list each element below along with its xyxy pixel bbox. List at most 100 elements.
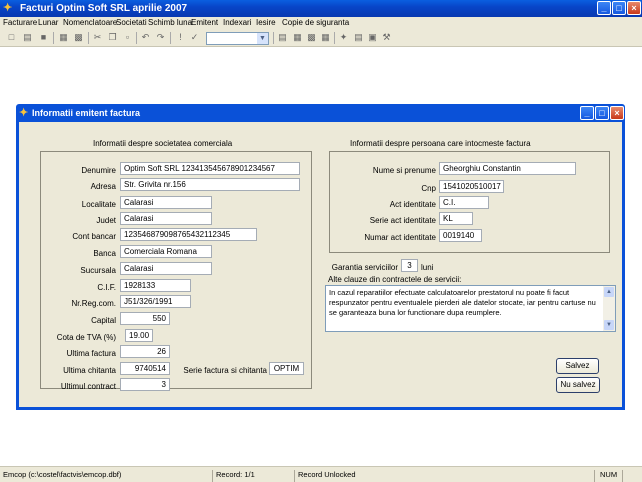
close-icon[interactable]: × [627,1,641,15]
app-icon: ✦ [3,2,13,14]
minimize-icon[interactable]: _ [597,1,611,15]
ultima-chitanta-label: Ultima chitanta [63,366,116,375]
localitate-field[interactable]: Calarasi [120,196,212,209]
serie-factura-label: Serie factura si chitanta [183,366,267,375]
company-group-heading: Informatii despre societatea comerciala [93,139,233,148]
act-identitate-label: Act identitate [389,200,436,209]
menu-facturare[interactable]: Facturare [3,18,37,27]
cancel-button[interactable]: Nu salvez [556,377,600,393]
judet-label: Judet [96,216,116,225]
menu-schimb-luna[interactable]: Schimb luna [148,18,192,27]
cnp-field[interactable]: 1541020510017 [439,180,504,193]
dialog-body: Informatii despre societatea comerciala … [19,122,622,407]
cont-bancar-field[interactable]: 12354687909876543211​2345 [120,228,257,241]
status-bar: Emcop (c:\costel\factvis\emcop.dbf) Reco… [0,466,642,482]
cnp-label: Cnp [421,184,436,193]
act-identitate-field[interactable]: C.I. [439,196,489,209]
table-icon[interactable]: ▦ [320,32,331,43]
ultimul-contract-field[interactable]: 3 [120,378,170,391]
adresa-field[interactable]: Str. Grivita nr.156 [120,178,300,191]
nume-field[interactable]: Gheorghiu Constantin [439,162,576,175]
adresa-label: Adresa [90,182,116,191]
banca-label: Banca [93,249,116,258]
exclamation-icon[interactable]: ! [175,32,186,43]
garantie-field[interactable]: 3 [401,259,418,272]
cif-field[interactable]: 1928133 [120,279,191,292]
scroll-down-icon[interactable]: ▼ [604,320,614,330]
menu-copie-de-siguranta[interactable]: Copie de siguranta [282,18,349,27]
capital-field[interactable]: 550 [120,312,170,325]
query-icon[interactable]: ▩ [306,32,317,43]
maximize-icon[interactable]: □ [612,1,626,15]
judet-field[interactable]: Calarasi [120,212,212,225]
ultima-chitanta-field[interactable]: 9740514 [120,362,170,375]
clauze-label: Alte clauze din contractele de servicii: [328,275,462,284]
ultimul-contract-label: Ultimul contract [60,382,116,391]
cif-label: C.I.F. [97,283,116,292]
numar-act-label: Numar act identitate [364,233,436,242]
tools-icon[interactable]: ⚒ [381,32,392,43]
open-folder-icon[interactable]: ▤ [22,32,33,43]
builder-icon[interactable]: ▤ [353,32,364,43]
status-record: Record: 1/1 [216,470,255,479]
person-group-heading: Informatii despre persoana care intocmes… [350,139,531,148]
wizard-icon[interactable]: ✦ [338,32,349,43]
cota-tva-label: Cota de TVA (%) [56,333,116,342]
menu-societati[interactable]: Societati [116,18,147,27]
nr-reg-com-field[interactable]: J51/326/1991 [120,295,191,308]
nr-reg-com-label: Nr.Reg.com. [71,299,116,308]
new-file-icon[interactable]: □ [6,32,17,43]
status-num: NUM [600,470,618,479]
dialog-close-icon[interactable]: × [610,106,624,120]
undo-icon[interactable]: ↶ [140,32,151,43]
menu-emitent[interactable]: Emitent [191,18,218,27]
serie-factura-field[interactable]: OPTIM [269,362,304,375]
toolbar: □ ▤ ■ ▦ ▩ ✂ ❐ ▫ ↶ ↷ ! ✓ ▤ ▦ ▩ ▦ ✦ ▤ ▣ ⚒ [0,29,642,47]
dialog-title: Informatii emitent factura [32,108,141,118]
emitent-dialog: ✦ Informatii emitent factura _ □ × Infor… [16,104,625,410]
save-button[interactable]: Salvez [556,358,599,374]
ultima-factura-label: Ultima factura [66,349,116,358]
ultima-factura-field[interactable]: 26 [120,345,170,358]
paste-icon[interactable]: ▫ [122,32,133,43]
menu-nomenclatoare[interactable]: Nomenclatoare [63,18,117,27]
localitate-label: Localitate [81,200,116,209]
dialog-title-bar[interactable]: ✦ Informatii emitent factura _ □ × [16,104,625,122]
save-icon[interactable]: ■ [38,32,49,43]
banca-field[interactable]: Comerciala Romana [120,245,212,258]
clauze-text: In cazul reparatiilor efectuate calculat… [329,288,596,317]
copy-icon[interactable]: ❐ [107,32,118,43]
denumire-field[interactable]: Optim Soft SRL 1234135456789012345​67 [120,162,300,175]
dialog-icon: ✦ [19,107,29,119]
cont-bancar-label: Cont bancar [72,232,116,241]
form-icon[interactable]: ▤ [277,32,288,43]
image-icon[interactable]: ▣ [367,32,378,43]
chevron-down-icon[interactable]: ▼ [257,33,268,44]
print-preview-icon[interactable]: ▩ [73,32,84,43]
menu-lunar[interactable]: Lunar [38,18,58,27]
print-icon[interactable]: ▦ [58,32,69,43]
menu-iesire[interactable]: Iesire [256,18,276,27]
status-file: Emcop (c:\costel\factvis\emcop.dbf) [3,470,122,479]
cota-tva-field[interactable]: 19.00 [125,329,153,342]
denumire-label: Denumire [81,166,116,175]
toolbar-combo[interactable]: ▼ [206,32,269,45]
numar-act-field[interactable]: 0019140 [439,229,482,242]
menu-indexari[interactable]: Indexari [223,18,251,27]
dialog-minimize-icon[interactable]: _ [580,106,594,120]
cut-icon[interactable]: ✂ [92,32,103,43]
report-icon[interactable]: ▦ [292,32,303,43]
garantie-unit: luni [421,263,434,272]
redo-icon[interactable]: ↷ [155,32,166,43]
dialog-maximize-icon[interactable]: □ [595,106,609,120]
garantie-label: Garantia serviciilor [331,263,398,272]
edit-check-icon[interactable]: ✓ [189,32,200,43]
serie-act-field[interactable]: KL [439,212,473,225]
sucursala-field[interactable]: Calarasi [120,262,212,275]
clauze-scrollbar[interactable]: ▲ ▼ [603,286,615,331]
clauze-textarea[interactable]: In cazul reparatiilor efectuate calculat… [325,285,616,332]
app-title: Facturi Optim Soft SRL aprilie 2007 [20,3,188,14]
app-title-bar[interactable]: ✦ Facturi Optim Soft SRL aprilie 2007 _ … [0,0,642,17]
serie-act-label: Serie act identitate [369,216,436,225]
scroll-up-icon[interactable]: ▲ [604,287,614,297]
